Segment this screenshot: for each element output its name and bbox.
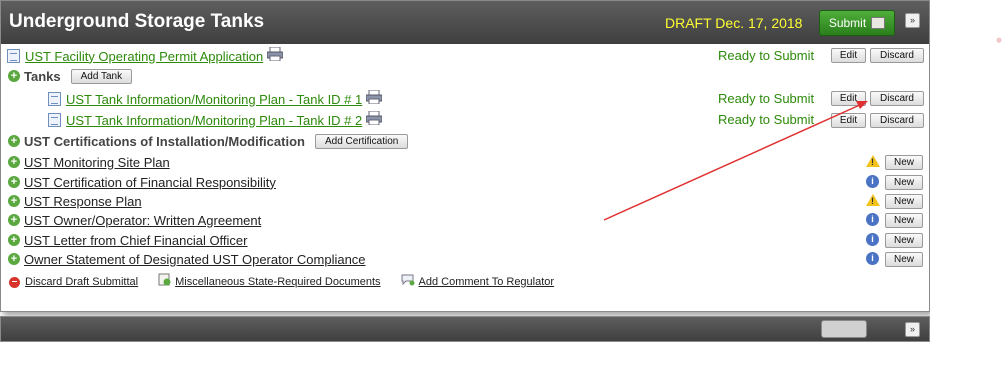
annotation-arrow [603,101,868,221]
